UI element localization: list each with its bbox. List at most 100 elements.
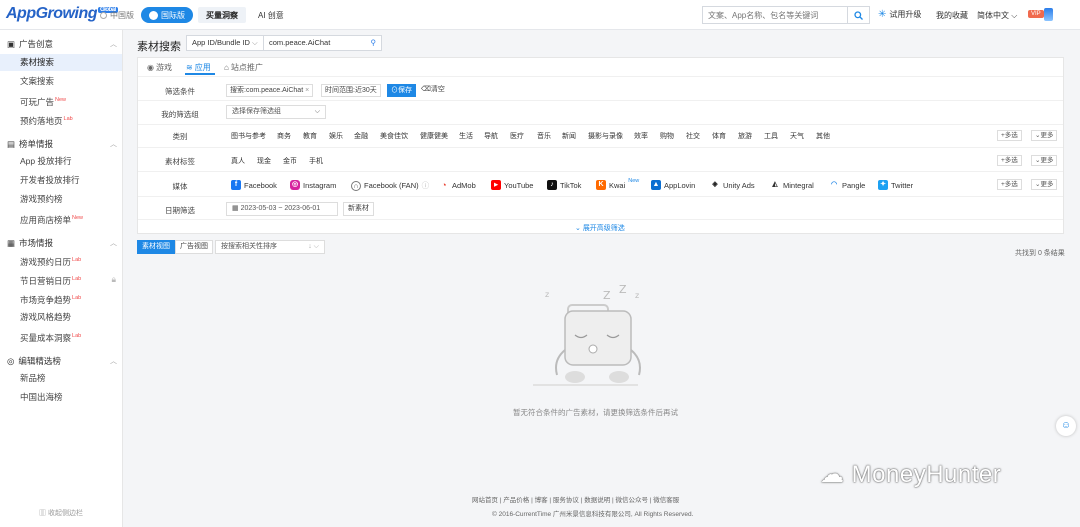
- media-tiktok[interactable]: ♪ TikTok: [547, 180, 581, 190]
- nav-china-version[interactable]: 中国版: [92, 7, 142, 23]
- active-tab-underline: [185, 73, 215, 75]
- label-filter-conditions: 筛选条件: [165, 87, 195, 96]
- sidebar-item-new-products[interactable]: 新品榜: [0, 370, 122, 387]
- id-search-input[interactable]: com.peace.AiChat ⚲: [264, 35, 382, 51]
- category-chip[interactable]: 工具: [764, 131, 778, 141]
- category-chip[interactable]: 效率: [634, 131, 648, 141]
- sidebar-item-buying-cost[interactable]: 买量成本洞察Lab: [0, 328, 122, 345]
- footer-links[interactable]: 网站首页 | 产品价格 | 博客 | 服务协议 | 数据说明 | 微信公众号 |…: [472, 494, 679, 504]
- media-facebook-fan[interactable]: ∩ Facebook (FAN) ⓘ: [351, 180, 429, 191]
- category-chip[interactable]: 图书与参考: [231, 131, 266, 141]
- multi-select-button[interactable]: +多选: [997, 179, 1022, 190]
- search-icon[interactable]: ⚲: [371, 36, 377, 50]
- svg-text:Z: Z: [603, 289, 611, 302]
- sidebar-item-game-calendar[interactable]: 游戏预约日历Lab: [0, 252, 122, 269]
- category-chip[interactable]: 导航: [484, 131, 498, 141]
- sort-select[interactable]: 按搜索相关性排序 ↓ ⌵: [215, 240, 325, 254]
- category-chip[interactable]: 购物: [660, 131, 674, 141]
- media-unity-ads[interactable]: ◈ Unity Ads: [710, 180, 755, 190]
- upgrade-link[interactable]: ✳ 试用升级: [878, 9, 921, 20]
- sidebar-section-ad-creative[interactable]: ▣ 广告创意 ︿: [7, 38, 117, 50]
- media-admob[interactable]: ◔ AdMob: [439, 180, 476, 190]
- category-chip[interactable]: 娱乐: [329, 131, 343, 141]
- nav-ai-creative[interactable]: AI 创意: [250, 7, 292, 23]
- language-selector[interactable]: 简体中文 ⌵: [977, 10, 1017, 21]
- category-chip[interactable]: 医疗: [510, 131, 524, 141]
- new-material-button[interactable]: 新素材: [343, 202, 374, 216]
- search-button[interactable]: [847, 7, 869, 23]
- category-chip[interactable]: 新闻: [562, 131, 576, 141]
- sidebar-item-china-overseas[interactable]: 中国出海榜: [0, 389, 122, 406]
- condition-tag-time[interactable]: 时间范围:近30天: [321, 84, 381, 97]
- multi-select-button[interactable]: +多选: [997, 130, 1022, 141]
- category-chip[interactable]: 健康健美: [420, 131, 448, 141]
- sidebar-item-developer-ranking[interactable]: 开发者投放排行: [0, 172, 122, 189]
- collapse-sidebar-button[interactable]: ▥ 收起侧边栏: [0, 508, 122, 518]
- help-icon[interactable]: ⓘ: [422, 180, 430, 191]
- my-favorites-link[interactable]: 我的收藏: [936, 10, 968, 21]
- tag-cash[interactable]: 现金: [257, 156, 271, 166]
- sidebar-section-market[interactable]: ▦ 市场情报 ︿: [7, 237, 117, 249]
- tag-gold-coin[interactable]: 金币: [283, 156, 297, 166]
- multi-select-button[interactable]: +多选: [997, 155, 1022, 166]
- radio-icon: [100, 11, 107, 19]
- tab-material-view[interactable]: 素材视图: [137, 240, 175, 254]
- sidebar-item-copy-search[interactable]: 文案搜索: [0, 73, 122, 90]
- result-count: 共找到 0 条结果: [1015, 250, 1065, 257]
- sidebar-item-preregister-landing[interactable]: 预约落地页Lab: [0, 111, 122, 128]
- svg-text:Z: Z: [619, 285, 627, 296]
- category-chip[interactable]: 旅游: [738, 131, 752, 141]
- sidebar-item-app-ranking[interactable]: App 投放排行: [0, 153, 122, 170]
- category-chip[interactable]: 社交: [686, 131, 700, 141]
- category-chip[interactable]: 体育: [712, 131, 726, 141]
- media-youtube[interactable]: ▶ YouTube: [491, 180, 533, 190]
- sidebar-item-playable-ads[interactable]: 可玩广告New: [0, 92, 122, 109]
- media-kwai[interactable]: K Kwai New: [596, 178, 639, 190]
- nav-international-version[interactable]: 国际版: [141, 7, 193, 23]
- sidebar-item-material-search[interactable]: 素材搜索: [0, 54, 122, 71]
- close-icon[interactable]: ×: [305, 87, 309, 94]
- category-chip[interactable]: 音乐: [537, 131, 551, 141]
- clear-filter-button[interactable]: ⌫清空: [418, 84, 448, 97]
- media-mintegral[interactable]: ◭ Mintegral: [770, 180, 814, 190]
- tab-site-promotion[interactable]: ⌂ 站点推广: [224, 62, 263, 73]
- category-chip[interactable]: 教育: [303, 131, 317, 141]
- category-chip[interactable]: 天气: [790, 131, 804, 141]
- more-button[interactable]: ⌄更多: [1031, 155, 1058, 166]
- search-input[interactable]: [703, 7, 847, 23]
- category-chip[interactable]: 商务: [277, 131, 291, 141]
- expand-advanced-filter[interactable]: ⌄ 展开高级筛选: [575, 223, 625, 233]
- tab-games[interactable]: ◉ 游戏: [147, 62, 172, 73]
- media-pangle[interactable]: ◠ Pangle: [829, 180, 865, 190]
- category-chip[interactable]: 生活: [459, 131, 473, 141]
- category-chip[interactable]: 美食佳饮: [380, 131, 408, 141]
- avatar[interactable]: [1044, 8, 1053, 21]
- more-button[interactable]: ⌄更多: [1031, 130, 1058, 141]
- sidebar-item-game-style-trends[interactable]: 游戏风格趋势: [0, 309, 122, 326]
- tag-real-person[interactable]: 真人: [231, 156, 245, 166]
- sidebar-section-editor-picks[interactable]: ◎ 编辑精选榜 ︿: [7, 355, 117, 367]
- save-filter-button[interactable]: ⊙保存: [387, 84, 416, 97]
- media-facebook[interactable]: f Facebook: [231, 180, 277, 190]
- tab-apps[interactable]: ≋ 应用: [186, 62, 211, 73]
- date-range-picker[interactable]: ▦ 2023-05-03 ~ 2023-06-01: [226, 202, 338, 216]
- sidebar-item-store-charts[interactable]: 应用商店榜单New: [0, 210, 122, 227]
- id-type-select[interactable]: App ID/Bundle ID ⌵: [186, 35, 264, 51]
- category-chip[interactable]: 摄影与录像: [588, 131, 623, 141]
- category-chip[interactable]: 其他: [816, 131, 830, 141]
- sidebar-item-market-trends[interactable]: 市场竞争趋势Lab: [0, 290, 122, 307]
- tag-phone[interactable]: 手机: [309, 156, 323, 166]
- condition-tag-search[interactable]: 搜索:com.peace.AiChat ×: [226, 84, 314, 97]
- nav-buy-insight[interactable]: 买量洞察: [198, 7, 246, 23]
- sidebar-section-rankings[interactable]: ▤ 榜单情报 ︿: [7, 138, 117, 150]
- chat-support-button[interactable]: ☺: [1056, 416, 1076, 436]
- sidebar-item-holiday-calendar[interactable]: 节日营销日历Lab 🔒︎: [0, 271, 122, 288]
- tab-ad-view[interactable]: 广告视图: [175, 240, 213, 254]
- media-instagram[interactable]: ◎ Instagram: [290, 180, 336, 190]
- media-applovin[interactable]: ▲ AppLovin: [651, 180, 695, 190]
- more-button[interactable]: ⌄更多: [1031, 179, 1058, 190]
- filter-group-select[interactable]: 选择保存筛选组 ⌵: [226, 105, 326, 119]
- sidebar-item-game-preregister[interactable]: 游戏预约榜: [0, 191, 122, 208]
- category-chip[interactable]: 金融: [354, 131, 368, 141]
- media-twitter[interactable]: ✦ Twitter: [878, 180, 913, 190]
